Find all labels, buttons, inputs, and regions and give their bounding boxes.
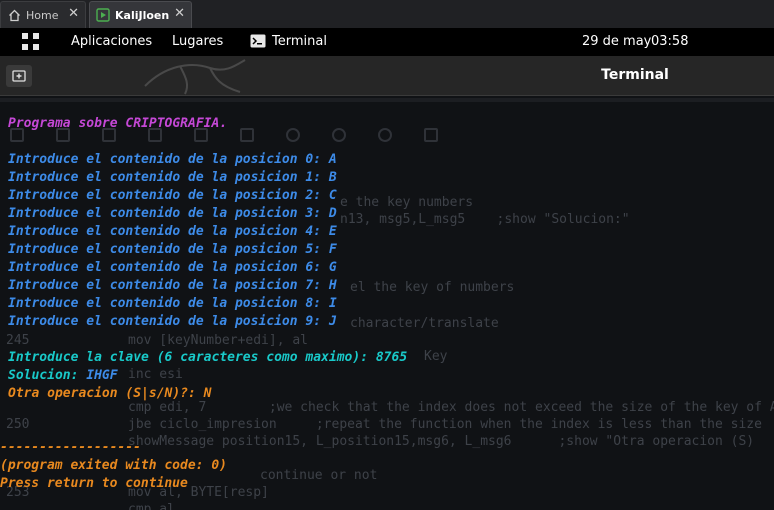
position-line: Introduce el contenido de la posicion 9:… [8,314,337,329]
separator-line: ------------------ [0,440,141,455]
new-tab-button[interactable] [6,65,32,87]
terminal-icon [250,34,266,53]
terminal-title: Terminal [601,67,669,83]
top-panel: Aplicaciones Lugares Terminal 29 de may … [0,28,774,56]
position-line: Introduce el contenido de la posicion 1:… [8,170,337,185]
tab-home[interactable]: Home ✕ [0,1,86,28]
app-grid-icon[interactable] [22,33,40,51]
position-line: Introduce el contenido de la posicion 8:… [8,296,337,311]
key-prompt-line: Introduce la clave (6 caracteres como ma… [8,350,408,365]
applications-menu[interactable]: Aplicaciones [71,34,152,50]
position-line: Introduce el contenido de la posicion 4:… [8,224,337,239]
solution-line: Solucion: IHGF [8,367,118,385]
terminal-output: Programa sobre CRIPTOGRAFIA. Introduce e… [0,96,774,491]
clock-date[interactable]: 29 de may [582,34,651,50]
terminal-headerbar: Terminal [0,56,774,96]
return-message: Press return to continue [0,476,188,491]
program-header: Programa sobre CRIPTOGRAFIA. [8,116,228,131]
position-line: Introduce el contenido de la posicion 6:… [8,260,337,275]
terminal-app-menu[interactable]: Terminal [272,34,327,50]
close-icon[interactable]: ✕ [68,7,79,21]
places-menu[interactable]: Lugares [172,34,223,50]
position-line: Introduce el contenido de la posicion 2:… [8,188,337,203]
again-prompt-line: Otra operacion (S|s/N)?: N [8,386,212,401]
position-line: Introduce el contenido de la posicion 0:… [8,152,337,167]
terminal-body[interactable]: e the key numbers n13, msg5,L_msg5 ;show… [0,96,774,510]
position-line: Introduce el contenido de la posicion 7:… [8,278,337,293]
home-icon [7,8,21,22]
kali-dragon-logo [144,59,246,95]
vm-play-icon [96,8,110,22]
tab-home-label: Home [26,8,59,22]
clock-time[interactable]: 03:58 [651,34,688,50]
tab-kalijloen[interactable]: KaliJloen ✕ [89,1,192,28]
close-icon[interactable]: ✕ [174,7,185,21]
position-line: Introduce el contenido de la posicion 3:… [8,206,337,221]
ghost-code-line: cmp al [128,502,175,510]
ghost-code-line: showMessage position15, L_position15,msg… [128,434,755,449]
solution-label: Solucion: [8,368,87,383]
browser-tab-strip: Home ✕ KaliJloen ✕ [0,0,774,28]
tab-kalijloen-label: KaliJloen [115,8,170,22]
new-tab-icon [12,70,26,82]
ghost-code-line: continue or not [260,468,378,483]
position-line: Introduce el contenido de la posicion 5:… [8,242,337,257]
exit-message: (program exited with code: 0) [0,458,227,473]
solution-value: IHGF [86,368,118,383]
